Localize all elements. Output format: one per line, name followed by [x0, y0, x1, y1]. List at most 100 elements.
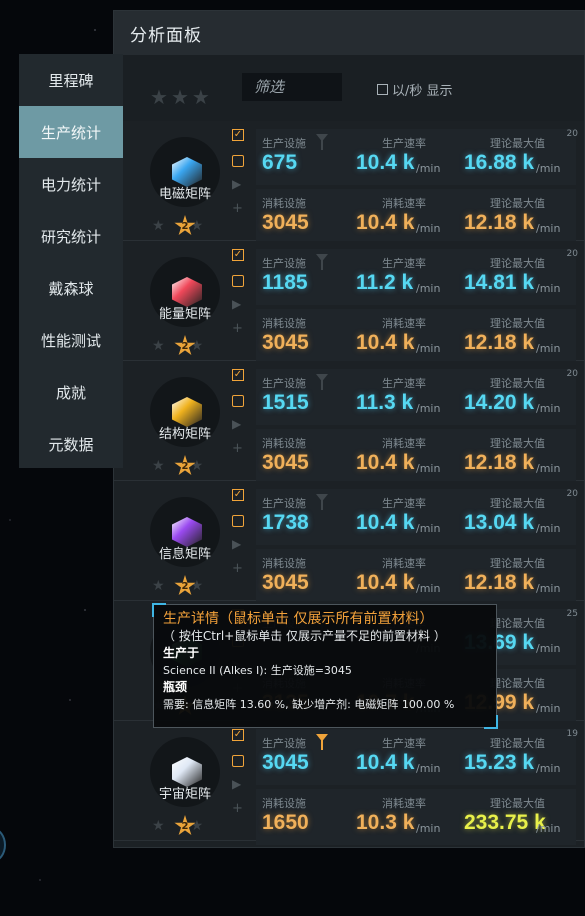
label-cons-rate: 消耗速率 — [382, 557, 426, 570]
item-cell[interactable]: 结构矩阵 ★ ★ 2 — [150, 375, 220, 476]
cons-rate-value: 10.4 k — [356, 211, 415, 234]
item-cell[interactable]: 信息矩阵 ★ ★ 2 — [150, 495, 220, 596]
unit: /min — [416, 342, 441, 355]
label-cons-facilities: 消耗设施 — [262, 437, 306, 450]
filter-funnel-icon[interactable] — [316, 494, 328, 510]
per-second-toggle[interactable]: 以/秒 显示 — [377, 80, 453, 99]
menu-item-power[interactable]: 电力统计 — [19, 158, 123, 210]
label-prod-rate: 生产速率 — [382, 257, 426, 270]
star-icon: ★ — [190, 338, 204, 354]
play-icon[interactable]: ▶ — [232, 777, 241, 791]
star-icon: ★ — [152, 458, 165, 474]
label-prod-rate: 生产速率 — [382, 737, 426, 750]
box-icon[interactable] — [232, 395, 244, 407]
unit: /min — [536, 522, 561, 535]
label-theory-max: 理论最大值 — [490, 677, 545, 690]
edge-value: 20 — [566, 489, 578, 499]
menu-item-production[interactable]: 生产统计 — [19, 106, 123, 158]
plus-icon[interactable]: + — [232, 441, 243, 456]
star-icon: ★ — [190, 578, 204, 594]
checkbox-icon[interactable] — [377, 84, 388, 95]
label-cons-facilities: 消耗设施 — [262, 797, 306, 810]
cons-facilities-value: 1650 — [262, 811, 309, 834]
unit: /min — [416, 162, 441, 175]
check-icon[interactable]: ✓ — [232, 489, 244, 501]
unit: /min — [416, 462, 441, 475]
label-cons-facilities: 消耗设施 — [262, 197, 306, 210]
label-theory-max: 理论最大值 — [490, 197, 545, 210]
production-stats: 生产设施 生产速率 理论最大值 1515 11.3 k /min 14.20 k… — [256, 369, 578, 425]
filter-funnel-icon[interactable] — [316, 134, 328, 150]
check-icon[interactable]: ✓ — [232, 249, 244, 261]
side-menu: 里程碑 生产统计 电力统计 研究统计 戴森球 性能测试 成就 元数据 — [19, 54, 123, 468]
cons-max-value: 12.18 k — [464, 331, 535, 354]
production-detail-tooltip: 生产详情（鼠标单击 仅展示所有前置材料） （ 按住Ctrl+鼠标单击 仅展示产量… — [152, 603, 498, 729]
production-stats: 生产设施 生产速率 理论最大值 1738 10.4 k /min 13.04 k… — [256, 489, 578, 545]
cons-rate-value: 10.4 k — [356, 451, 415, 474]
plus-icon[interactable]: + — [232, 561, 243, 576]
check-icon[interactable]: ✓ — [232, 369, 244, 381]
unit: /min — [416, 762, 441, 775]
label-cons-rate: 消耗速率 — [382, 317, 426, 330]
menu-item-metadata[interactable]: 元数据 — [19, 418, 123, 470]
filter-input[interactable] — [242, 73, 342, 101]
unit: /min — [416, 522, 441, 535]
play-icon[interactable]: ▶ — [232, 177, 241, 191]
check-icon[interactable]: ✓ — [232, 729, 244, 741]
unit: /min — [536, 402, 561, 415]
menu-item-dyson-sphere[interactable]: 戴森球 — [19, 262, 123, 314]
star-icon[interactable]: ★ — [171, 87, 189, 107]
per-second-label: 以/秒 显示 — [392, 84, 453, 99]
prod-max-value: 13.04 k — [464, 511, 535, 534]
filter-bar: ★ ★ ★ 以/秒 显示 — [114, 55, 584, 121]
unit: /min — [416, 282, 441, 295]
item-name: 信息矩阵 — [158, 547, 211, 562]
tooltip-bottleneck: 需要: 信息矩阵 13.60 %, 缺少增产剂: 电磁矩阵 100.00 % — [163, 698, 455, 711]
consumption-stats: 消耗设施 消耗速率 理论最大值 3045 10.4 k /min 12.18 k… — [256, 189, 576, 245]
item-cell[interactable]: 电磁矩阵 ★ ★ 2 — [150, 135, 220, 236]
item-name: 电磁矩阵 — [158, 187, 211, 202]
item-stars: ★★ — [152, 458, 203, 474]
box-icon[interactable] — [232, 515, 244, 527]
plus-icon[interactable]: + — [232, 321, 243, 336]
production-row: 结构矩阵 ★ ★ 2 ✓ ▶ + 生产设施 生产速率 理论最大值 1515 11.… — [114, 361, 584, 485]
star-icon[interactable]: ★ — [150, 87, 168, 107]
unit: /min — [536, 822, 561, 835]
filter-funnel-icon[interactable] — [316, 374, 328, 390]
plus-icon[interactable]: + — [232, 801, 243, 816]
cons-max-value: 233.75 k — [464, 811, 546, 834]
menu-item-performance[interactable]: 性能测试 — [19, 314, 123, 366]
label-theory-max: 理论最大值 — [490, 317, 545, 330]
play-icon[interactable]: ▶ — [232, 417, 241, 431]
item-cell[interactable]: 宇宙矩阵 ★ ★ 2 — [150, 735, 220, 836]
star-icon[interactable]: ★ — [192, 87, 210, 107]
cons-facilities-value: 3045 — [262, 211, 309, 234]
menu-item-achievements[interactable]: 成就 — [19, 366, 123, 418]
star-icon: ★ — [190, 458, 204, 474]
box-icon[interactable] — [232, 755, 244, 767]
item-cell[interactable]: 能量矩阵 ★ ★ 2 — [150, 255, 220, 356]
prod-rate-value: 10.4 k — [356, 751, 415, 774]
prod-facilities-value: 1515 — [262, 391, 309, 414]
plus-icon[interactable]: + — [232, 201, 243, 216]
filter-funnel-icon[interactable] — [316, 254, 328, 270]
check-icon[interactable]: ✓ — [232, 129, 244, 141]
label-theory-max: 理论最大值 — [490, 377, 545, 390]
star-icon: ★ — [152, 338, 165, 354]
box-icon[interactable] — [232, 155, 244, 167]
production-row: 信息矩阵 ★ ★ 2 ✓ ▶ + 生产设施 生产速率 理论最大值 1738 10.… — [114, 481, 584, 605]
star-filter[interactable]: ★ ★ ★ — [150, 87, 210, 107]
play-icon[interactable]: ▶ — [232, 297, 241, 311]
production-stats: 生产设施 生产速率 理论最大值 1185 11.2 k /min 14.81 k… — [256, 249, 578, 305]
menu-item-research[interactable]: 研究统计 — [19, 210, 123, 262]
label-prod-rate: 生产速率 — [382, 137, 426, 150]
prod-facilities-value: 675 — [262, 151, 298, 174]
production-row: 能量矩阵 ★ ★ 2 ✓ ▶ + 生产设施 生产速率 理论最大值 1185 11.… — [114, 241, 584, 365]
play-icon[interactable]: ▶ — [232, 537, 241, 551]
unit: /min — [536, 642, 561, 655]
star-icon: ★ — [152, 218, 165, 234]
menu-item-milestones[interactable]: 里程碑 — [19, 54, 123, 106]
box-icon[interactable] — [232, 275, 244, 287]
filter-funnel-icon[interactable] — [316, 734, 328, 750]
label-theory-max: 理论最大值 — [490, 497, 545, 510]
